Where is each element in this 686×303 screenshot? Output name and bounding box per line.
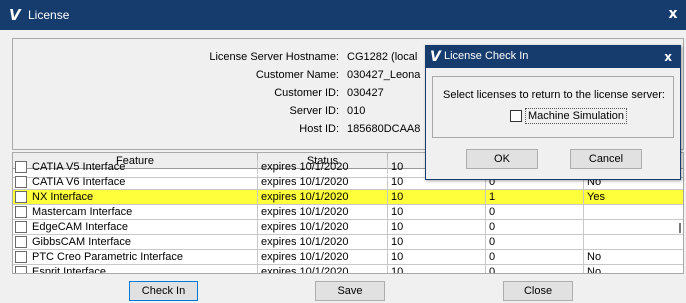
customer-name-label: Customer Name: xyxy=(255,69,339,81)
status-cell: expires 10/1/2020 xyxy=(258,220,388,234)
feature-cell: Esprit Interface xyxy=(29,265,258,273)
column4-cell: 0 xyxy=(486,205,584,219)
license-check-in-dialog: V License Check In x Select licenses to … xyxy=(425,45,681,180)
column5-cell: Yes xyxy=(587,191,605,203)
close-button[interactable]: Close xyxy=(503,281,573,301)
dialog-group-box: Select licenses to return to the license… xyxy=(432,76,674,138)
host-id-label: Host ID: xyxy=(299,123,339,135)
column5-cell xyxy=(584,235,683,249)
window-titlebar: V License x xyxy=(0,0,686,30)
status-cell: expires 10/1/2020 xyxy=(258,250,388,264)
column5-cell xyxy=(584,220,683,234)
ok-button[interactable]: OK xyxy=(466,149,538,169)
feature-cell: CATIA V6 Interface xyxy=(29,175,258,189)
row-checkbox[interactable] xyxy=(15,251,27,263)
customer-name-value: 030427_Leona xyxy=(347,69,421,81)
table-row-selected[interactable]: NX Interface expires 10/1/2020 10 1 Yes xyxy=(13,190,683,205)
hostname-value: CG1282 (local xyxy=(347,51,418,63)
total-cell: 10 xyxy=(388,190,486,204)
machine-simulation-checkbox[interactable] xyxy=(510,110,522,122)
close-icon[interactable]: x xyxy=(664,49,672,65)
total-cell: 10 xyxy=(388,235,486,249)
table-row[interactable]: Esprit Interface expires 10/1/2020 10 0 … xyxy=(13,265,683,274)
check-in-button[interactable]: Check In xyxy=(129,281,198,301)
total-cell: 10 xyxy=(388,205,486,219)
feature-cell: PTC Creo Parametric Interface xyxy=(29,250,258,264)
table-row[interactable]: PTC Creo Parametric Interface expires 10… xyxy=(13,250,683,265)
feature-cell: Mastercam Interface xyxy=(29,205,258,219)
save-button[interactable]: Save xyxy=(315,281,385,301)
column5-cell: No xyxy=(587,266,602,274)
table-scrollbar[interactable] xyxy=(679,223,681,233)
dialog-title: License Check In xyxy=(444,50,529,62)
feature-cell: EdgeCAM Interface xyxy=(29,220,258,234)
host-id-value: 185680DCAA8 xyxy=(347,123,421,135)
row-checkbox[interactable] xyxy=(15,236,27,248)
server-id-value: 010 xyxy=(347,105,366,117)
table-row[interactable]: Mastercam Interface expires 10/1/2020 10… xyxy=(13,205,683,220)
row-checkbox[interactable] xyxy=(15,191,27,203)
status-cell: expires 10/1/2020 xyxy=(258,160,388,174)
status-cell: expires 10/1/2020 xyxy=(258,190,388,204)
app-logo-icon: V xyxy=(9,6,21,24)
app-logo-icon: V xyxy=(430,49,441,65)
feature-cell: GibbsCAM Interface xyxy=(29,235,258,249)
column4-cell: 0 xyxy=(486,235,584,249)
row-checkbox[interactable] xyxy=(15,221,27,233)
status-cell: expires 10/1/2020 xyxy=(258,175,388,189)
column4-cell: 1 xyxy=(486,190,584,204)
table-row[interactable]: GibbsCAM Interface expires 10/1/2020 10 … xyxy=(13,235,683,250)
hostname-label: License Server Hostname: xyxy=(209,51,339,63)
column4-cell: 0 xyxy=(486,220,584,234)
row-checkbox[interactable] xyxy=(15,176,27,188)
total-cell: 10 xyxy=(388,220,486,234)
dialog-prompt: Select licenses to return to the license… xyxy=(443,89,665,101)
column4-cell: 0 xyxy=(486,265,584,273)
customer-id-value: 030427 xyxy=(347,87,384,99)
status-cell: expires 10/1/2020 xyxy=(258,235,388,249)
cancel-button[interactable]: Cancel xyxy=(570,149,642,169)
feature-cell: NX Interface xyxy=(29,190,258,204)
machine-simulation-label[interactable]: Machine Simulation xyxy=(525,108,627,124)
column5-cell xyxy=(584,205,683,219)
row-checkbox[interactable] xyxy=(15,206,27,218)
status-cell: expires 10/1/2020 xyxy=(258,265,388,273)
total-cell: 10 xyxy=(388,265,486,273)
window-title: License xyxy=(28,8,70,22)
row-checkbox[interactable] xyxy=(15,161,27,173)
total-cell: 10 xyxy=(388,250,486,264)
feature-cell: CATIA V5 Interface xyxy=(29,160,258,174)
close-icon[interactable]: x xyxy=(666,6,680,22)
dialog-titlebar: V License Check In x xyxy=(426,46,680,68)
row-checkbox[interactable] xyxy=(15,266,27,273)
column5-cell: No xyxy=(587,251,602,263)
customer-id-label: Customer ID: xyxy=(274,87,339,99)
server-id-label: Server ID: xyxy=(289,105,339,117)
column4-cell: 0 xyxy=(486,250,584,264)
status-cell: expires 10/1/2020 xyxy=(258,205,388,219)
table-row[interactable]: EdgeCAM Interface expires 10/1/2020 10 0 xyxy=(13,220,683,235)
